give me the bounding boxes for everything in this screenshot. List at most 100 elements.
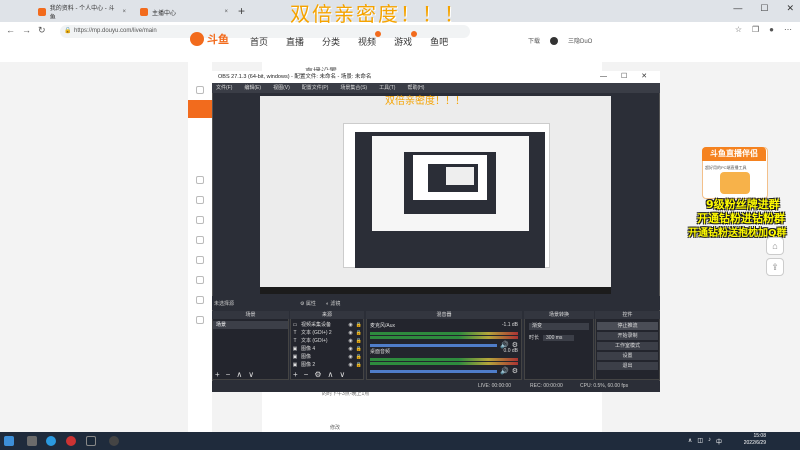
speaker-icon[interactable]: 🔊 xyxy=(500,367,509,375)
more-icon[interactable]: ⋯ xyxy=(784,25,792,34)
sidebar-item-active[interactable] xyxy=(188,100,212,118)
browser-icon[interactable] xyxy=(66,436,76,446)
browser-tab[interactable]: 主播中心 × xyxy=(134,2,234,22)
settings-button[interactable]: 设置 xyxy=(597,352,658,360)
file-explorer-icon[interactable] xyxy=(27,436,37,446)
nav-live[interactable]: 直播 xyxy=(286,35,304,48)
clock[interactable]: 15:08 2022/6/29 xyxy=(744,433,766,447)
nav-category[interactable]: 分类 xyxy=(322,35,340,48)
scene-item[interactable]: 场景 xyxy=(213,321,288,329)
gear-icon[interactable]: ⚙ xyxy=(314,370,321,379)
favorite-icon[interactable]: ☆ xyxy=(735,25,742,34)
new-tab-icon[interactable]: + xyxy=(238,4,245,18)
source-row[interactable]: ▣ 图像 2 ◉ 🔒 xyxy=(292,361,362,369)
collections-icon[interactable]: ❐ xyxy=(752,25,759,34)
eye-icon[interactable]: ◉ xyxy=(348,337,352,345)
minimize-icon[interactable]: — xyxy=(600,71,607,83)
edit-link[interactable]: 修改 xyxy=(330,424,340,431)
download-link[interactable]: 下载 xyxy=(528,36,540,45)
lock-icon[interactable]: 🔒 xyxy=(356,353,362,361)
eye-icon[interactable]: ◉ xyxy=(348,361,352,369)
sidebar-icon[interactable] xyxy=(196,256,204,264)
maximize-icon[interactable]: ☐ xyxy=(760,3,768,14)
language-icon[interactable]: 中 xyxy=(716,437,722,446)
source-row[interactable]: ▣ 图像 4 ◉ 🔒 xyxy=(292,345,362,353)
sidebar-icon[interactable] xyxy=(196,316,204,324)
add-icon[interactable]: + xyxy=(293,370,298,379)
username[interactable]: 三隐DuO xyxy=(568,36,592,45)
lock-icon[interactable]: 🔒 xyxy=(356,321,362,329)
start-icon[interactable] xyxy=(4,436,14,446)
duration-field[interactable]: 300 ms xyxy=(543,334,575,341)
sidebar-icon[interactable] xyxy=(196,236,204,244)
edge-icon[interactable] xyxy=(46,436,56,446)
source-row[interactable]: T 文本 (GDI+) ◉ 🔒 xyxy=(292,337,362,345)
close-icon[interactable]: ✕ xyxy=(786,3,794,14)
steam-icon[interactable] xyxy=(86,436,96,446)
sidebar-icon[interactable] xyxy=(196,216,204,224)
source-row[interactable]: T 文本 (GDI+) 2 ◉ 🔒 xyxy=(292,329,362,337)
home-icon[interactable]: ⌂ xyxy=(766,237,784,255)
volume-slider[interactable] xyxy=(370,343,497,347)
close-icon[interactable]: × xyxy=(224,9,228,15)
remove-icon[interactable]: − xyxy=(304,370,309,379)
source-row[interactable]: ▣ 图像 ◉ 🔒 xyxy=(292,353,362,361)
exit-button[interactable]: 退出 xyxy=(597,362,658,370)
sidebar-icon[interactable] xyxy=(196,176,204,184)
close-icon[interactable]: ✕ xyxy=(641,71,647,83)
menu-file[interactable]: 文件(F) xyxy=(216,83,232,93)
add-icon[interactable]: + xyxy=(215,370,220,379)
preview-taskbar xyxy=(260,287,611,294)
move-up-icon[interactable]: ∧ xyxy=(236,370,242,379)
filters-button[interactable]: ◐ 滤镜 xyxy=(326,300,340,307)
nav-games[interactable]: 游戏 xyxy=(394,31,418,48)
volume-slider[interactable] xyxy=(370,369,497,373)
move-down-icon[interactable]: ∨ xyxy=(248,370,254,379)
nav-home[interactable]: 首页 xyxy=(250,35,268,48)
lock-icon[interactable]: 🔒 xyxy=(356,337,362,345)
menu-scene-collection[interactable]: 场景集合(S) xyxy=(340,83,367,93)
refresh-icon[interactable]: ↻ xyxy=(38,25,46,36)
avatar[interactable] xyxy=(550,36,559,45)
maximize-icon[interactable]: ☐ xyxy=(621,71,627,83)
menu-edit[interactable]: 编辑(E) xyxy=(244,83,261,93)
menu-profile[interactable]: 配置文件(P) xyxy=(302,83,329,93)
share-icon[interactable]: ⇪ xyxy=(766,258,784,276)
minimize-icon[interactable]: — xyxy=(733,3,742,14)
transition-select[interactable]: 渐变 xyxy=(529,323,589,330)
profile-icon[interactable]: ● xyxy=(769,25,774,34)
eye-icon[interactable]: ◉ xyxy=(348,345,352,353)
network-icon[interactable]: ◫ xyxy=(697,437,703,446)
lock-icon[interactable]: 🔒 xyxy=(356,345,362,353)
eye-icon[interactable]: ◉ xyxy=(348,329,352,337)
move-up-icon[interactable]: ∧ xyxy=(328,370,334,379)
browser-tab[interactable]: 我的资料 - 个人中心 - 斗鱼 × xyxy=(32,2,132,22)
back-icon[interactable]: ← xyxy=(6,25,15,35)
move-down-icon[interactable]: ∨ xyxy=(339,370,345,379)
sidebar-icon[interactable] xyxy=(196,196,204,204)
forward-icon[interactable]: → xyxy=(22,25,31,35)
douyu-logo[interactable]: 斗鱼 xyxy=(190,31,229,47)
gear-icon[interactable]: ⚙ xyxy=(512,367,518,375)
menu-view[interactable]: 视图(V) xyxy=(273,83,290,93)
eye-icon[interactable]: ◉ xyxy=(348,353,352,361)
source-row[interactable]: ▭ 视频采集设备 ◉ 🔒 xyxy=(292,321,362,329)
eye-icon[interactable]: ◉ xyxy=(348,321,352,329)
lock-icon[interactable]: 🔒 xyxy=(356,361,362,369)
properties-button[interactable]: ⚙ 属性 xyxy=(300,300,316,307)
chevron-up-icon[interactable]: ∧ xyxy=(688,437,692,446)
obs-icon[interactable] xyxy=(109,436,119,446)
nav-video[interactable]: 视频 xyxy=(358,31,382,48)
nav-yuba[interactable]: 鱼吧 xyxy=(430,35,448,48)
lock-icon[interactable]: 🔒 xyxy=(356,329,362,337)
remove-icon[interactable]: − xyxy=(226,370,231,379)
sidebar-icon[interactable] xyxy=(196,276,204,284)
studio-mode-button[interactable]: 工作室模式 xyxy=(597,342,658,350)
volume-icon[interactable]: ♪ xyxy=(708,437,711,446)
monitor-icon: ▭ xyxy=(292,322,298,328)
close-icon[interactable]: × xyxy=(122,9,126,15)
sidebar-icon[interactable] xyxy=(196,296,204,304)
sidebar-icon[interactable] xyxy=(196,86,204,94)
stop-streaming-button[interactable]: 停止推流 xyxy=(597,322,658,330)
start-recording-button[interactable]: 开始录制 xyxy=(597,332,658,340)
